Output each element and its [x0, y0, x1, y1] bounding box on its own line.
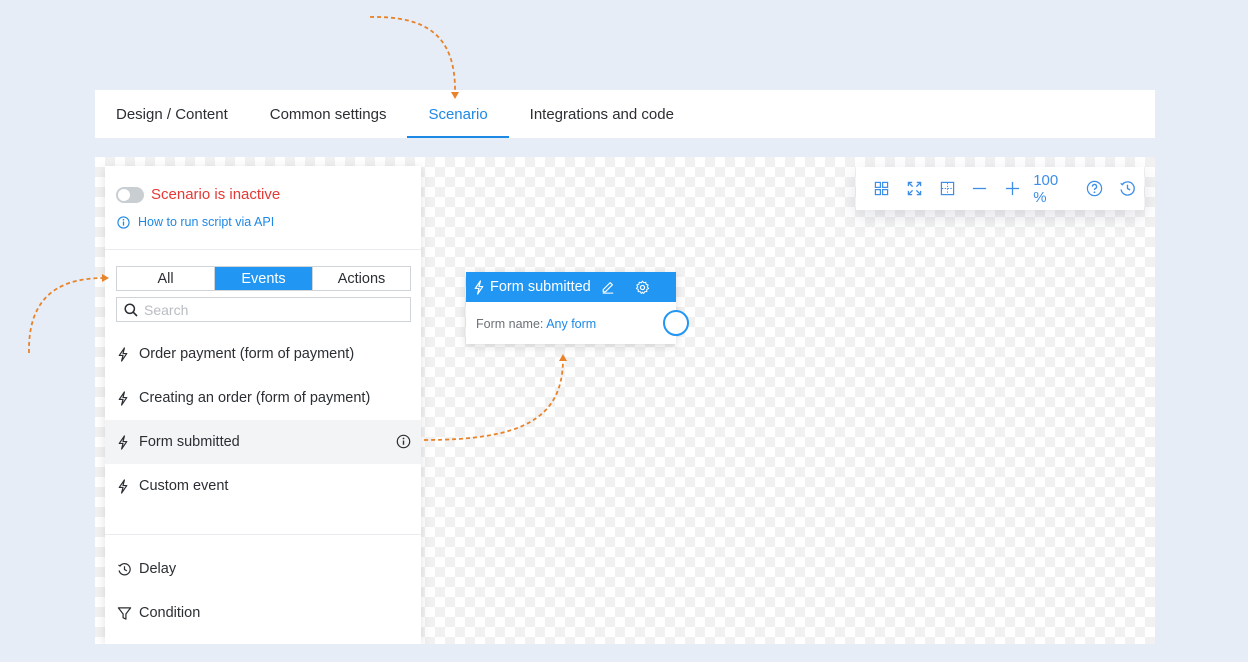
api-help-link[interactable]: How to run script via API — [117, 215, 274, 229]
form-submitted-node[interactable]: Form submitted Form name: Any form — [466, 272, 689, 344]
tab-design-content[interactable]: Design / Content — [95, 90, 249, 138]
main-tabs: Design / Content Common settings Scenari… — [95, 90, 1155, 138]
list-item-label: Creating an order (form of payment) — [139, 390, 371, 406]
lightning-icon — [117, 390, 133, 406]
zoom-out-button[interactable] — [964, 167, 997, 210]
tab-common-settings[interactable]: Common settings — [249, 90, 408, 138]
event-order-payment[interactable]: Order payment (form of payment) — [105, 332, 421, 376]
grid-view-button[interactable] — [865, 167, 898, 210]
filter-events[interactable]: Events — [214, 267, 312, 290]
select-area-icon — [940, 181, 954, 196]
panel-divider — [105, 534, 421, 535]
select-area-button[interactable] — [931, 167, 964, 210]
tab-integrations-and-code[interactable]: Integrations and code — [509, 90, 695, 138]
filter-segmented-control: All Events Actions — [116, 266, 411, 291]
fit-screen-button[interactable] — [898, 167, 931, 210]
canvas-toolbar: 100 % — [856, 167, 1144, 210]
pencil-icon[interactable] — [601, 280, 615, 294]
event-list: Order payment (form of payment) Creating… — [105, 332, 421, 508]
control-delay[interactable]: Delay — [105, 547, 421, 591]
node-field-value[interactable]: Any form — [546, 317, 596, 331]
filter-all[interactable]: All — [117, 267, 214, 290]
fit-screen-icon — [907, 181, 922, 196]
control-list: Delay Condition — [105, 547, 421, 635]
scenario-status: Scenario is inactive — [116, 186, 280, 203]
minus-icon — [973, 187, 987, 190]
node-header: Form submitted — [466, 272, 676, 302]
info-icon — [117, 215, 130, 229]
info-icon[interactable] — [396, 434, 411, 453]
arrow-to-filter-bar — [28, 277, 105, 354]
node-output-port[interactable] — [663, 310, 689, 336]
node-body: Form name: Any form — [466, 302, 676, 331]
scenario-active-toggle[interactable] — [116, 186, 144, 203]
help-button[interactable] — [1078, 167, 1111, 210]
grid-icon — [874, 181, 889, 196]
list-item-label: Custom event — [139, 478, 229, 494]
history-icon — [1120, 181, 1135, 196]
node-field-label: Form name: — [476, 317, 544, 331]
list-item-label: Form submitted — [139, 434, 240, 450]
lightning-icon — [117, 434, 133, 450]
api-help-link-label: How to run script via API — [138, 215, 275, 229]
list-item-label: Condition — [139, 605, 201, 621]
clock-icon — [117, 562, 133, 577]
node-title: Form submitted — [490, 279, 591, 295]
list-item-label: Order payment (form of payment) — [139, 346, 355, 362]
history-button[interactable] — [1111, 167, 1144, 210]
event-custom-event[interactable]: Custom event — [105, 464, 421, 508]
filter-actions[interactable]: Actions — [312, 267, 410, 290]
search-box — [116, 297, 411, 322]
scenario-sidebar: Scenario is inactive How to run script v… — [105, 166, 421, 644]
list-item-label: Delay — [139, 561, 177, 577]
scenario-canvas[interactable]: Scenario is inactive How to run script v… — [95, 157, 1155, 644]
control-condition[interactable]: Condition — [105, 591, 421, 635]
tab-scenario[interactable]: Scenario — [407, 90, 509, 138]
scenario-status-text: Scenario is inactive — [151, 186, 281, 203]
lightning-icon — [473, 279, 485, 295]
zoom-level: 100 % — [1033, 171, 1059, 206]
help-icon — [1087, 180, 1103, 197]
filter-icon — [117, 606, 133, 621]
search-icon — [124, 302, 138, 317]
gear-icon[interactable] — [635, 280, 650, 295]
panel-divider — [105, 249, 421, 250]
zoom-in-button[interactable] — [996, 167, 1029, 210]
search-input[interactable] — [144, 301, 394, 318]
arrow-to-scenario-tab — [369, 16, 456, 94]
lightning-icon — [117, 478, 133, 494]
event-form-submitted[interactable]: Form submitted — [105, 420, 421, 464]
event-creating-order[interactable]: Creating an order (form of payment) — [105, 376, 421, 420]
lightning-icon — [117, 346, 133, 362]
plus-icon — [1006, 181, 1020, 196]
